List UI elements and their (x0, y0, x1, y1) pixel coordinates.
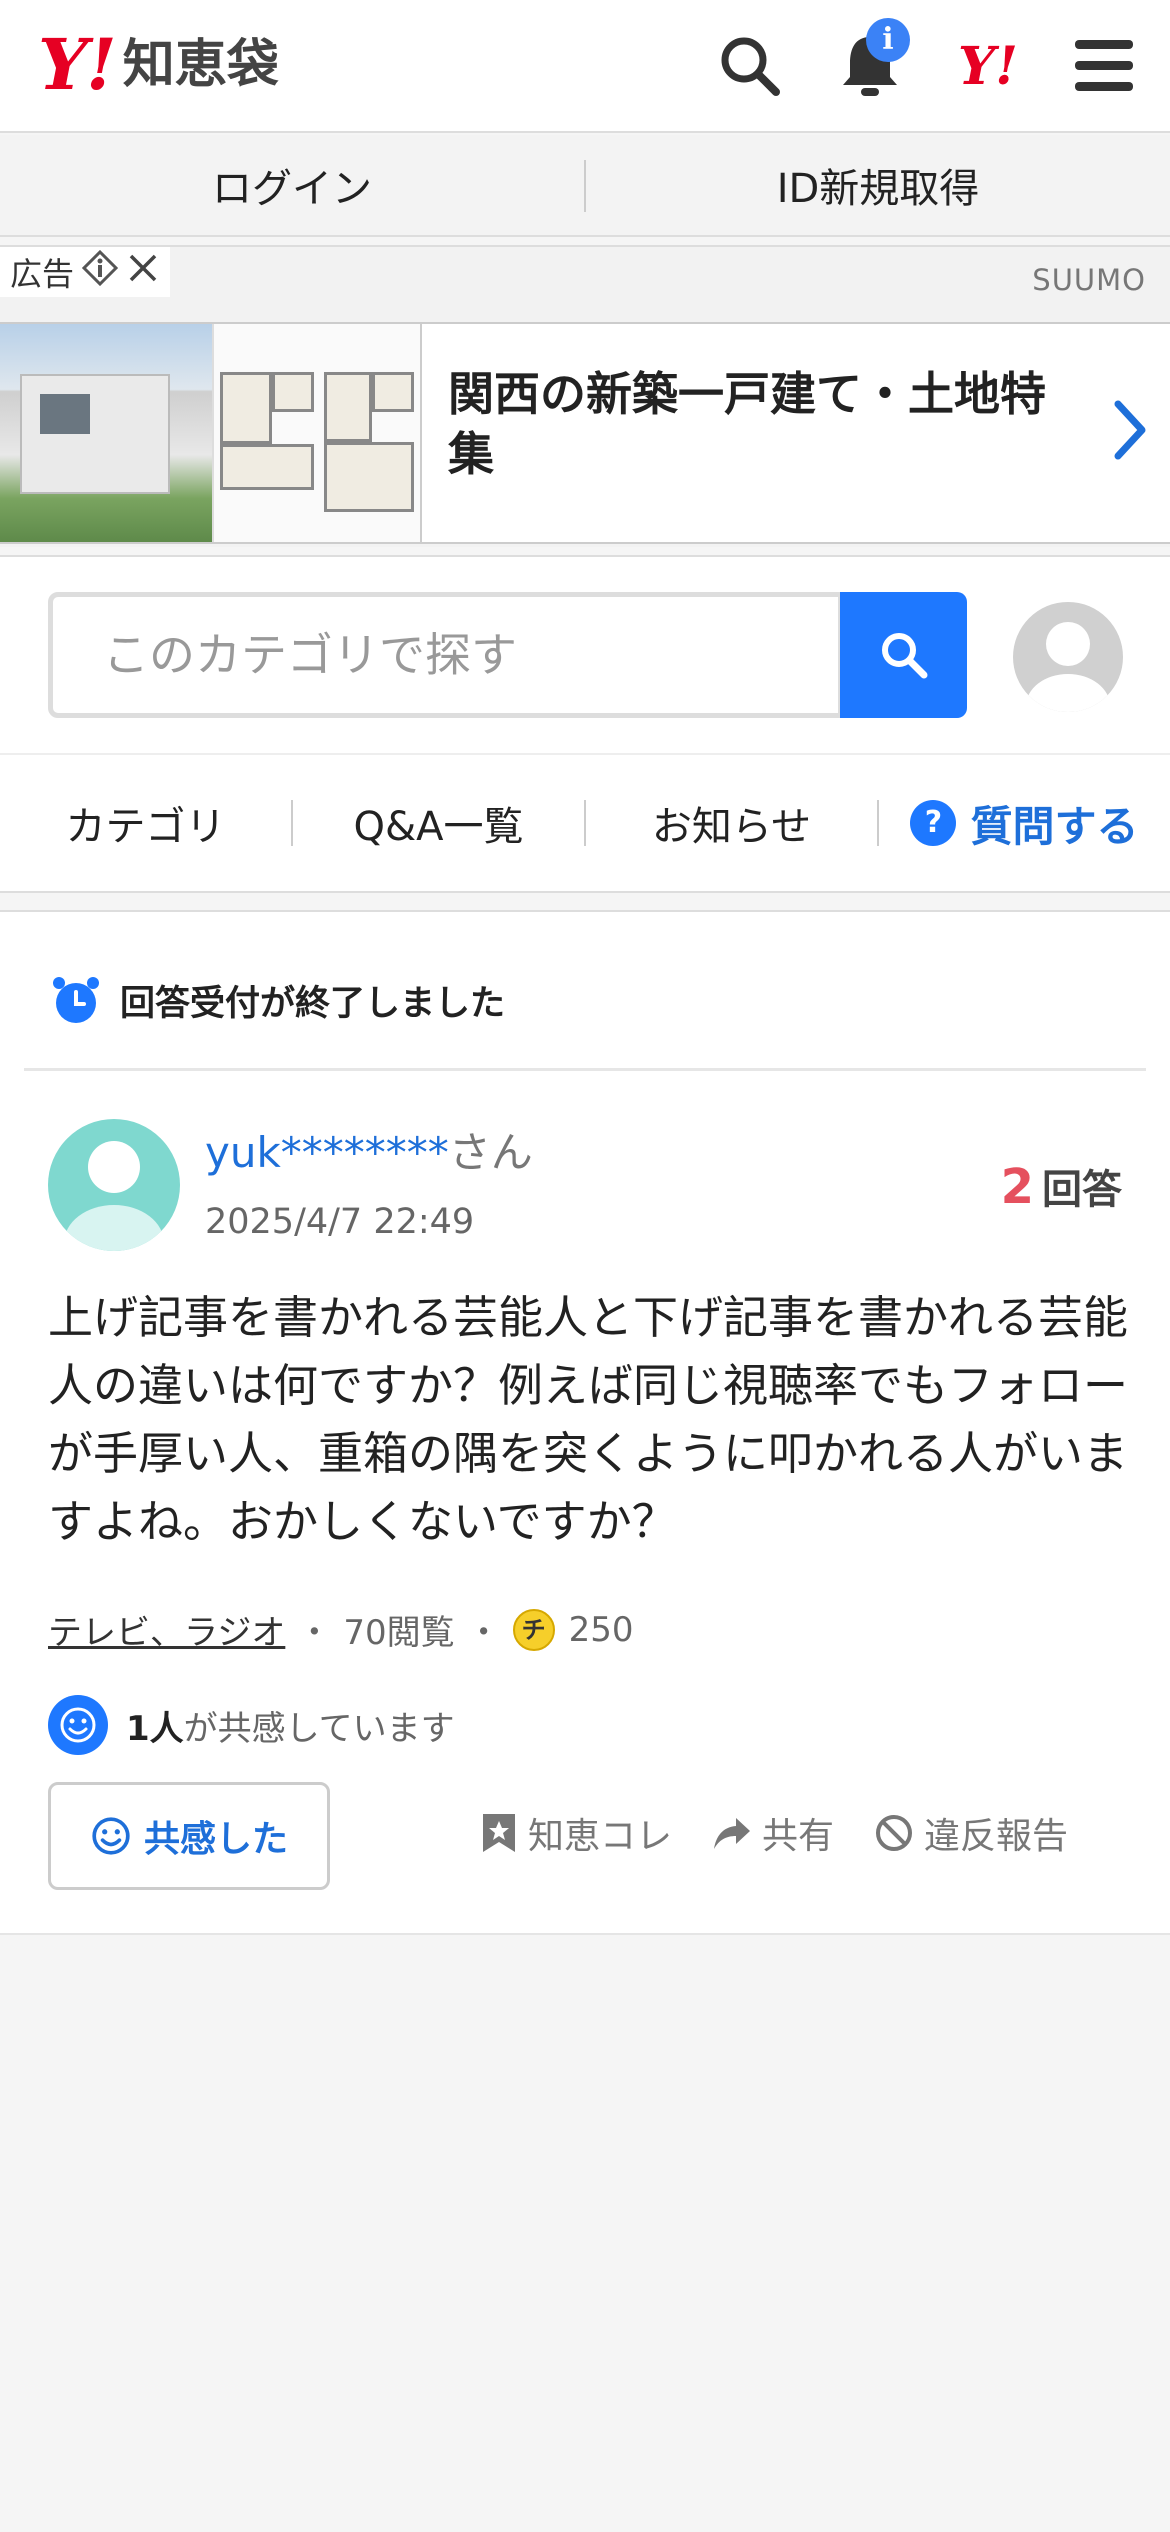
meta-separator: ・ (297, 1613, 332, 1653)
answer-count-number: 2 (1000, 1159, 1034, 1215)
share-button[interactable]: 共有 (712, 1807, 834, 1859)
smile-icon (92, 1817, 130, 1855)
questioner-name[interactable]: yuk********さん (205, 1119, 533, 1180)
ad-content-link[interactable]: 関西の新築一戸建て・土地特集 (0, 322, 1170, 544)
empathy-summary: 1人 が共感しています (48, 1695, 455, 1755)
bookmark-label: 知恵コレ (528, 1816, 673, 1857)
questioner-avatar[interactable] (48, 1119, 180, 1251)
question-card: 回答受付が終了しました yuk********さん 2025/4/7 22:49… (0, 910, 1170, 1935)
alarm-clock-icon (53, 977, 99, 1023)
yahoo-japan-mark: Y! (958, 35, 1018, 97)
ad-close-icon[interactable] (126, 251, 160, 293)
report-label: 違反報告 (924, 1816, 1069, 1857)
questioner-id[interactable]: yuk******** (205, 1128, 449, 1177)
question-mark-icon: ? (910, 800, 957, 846)
empathy-count: 1人 (126, 1708, 184, 1749)
ad-source: SUUMO (1032, 263, 1146, 297)
category-link[interactable]: テレビ、ラジオ (48, 1605, 285, 1654)
search-icon (881, 633, 927, 679)
user-avatar[interactable] (1013, 602, 1123, 712)
view-count: 70閲覧 (343, 1613, 455, 1653)
tab-category[interactable]: カテゴリ (0, 794, 291, 852)
ad-title: 関西の新築一戸建て・土地特集 (448, 367, 1046, 481)
smile-icon (48, 1695, 108, 1755)
tab-qa-list[interactable]: Q&A一覧 (293, 794, 584, 852)
answer-closed-text: 回答受付が終了しました (120, 983, 506, 1024)
yahoo-japan-icon[interactable]: Y! (950, 28, 1026, 104)
notification-bell-icon[interactable]: i (832, 18, 910, 104)
ad-banner: 広告 SUUMO 関西の新築一戸建て・土地特集 (0, 245, 1170, 547)
prohibited-icon (876, 1815, 913, 1851)
app-header: Y! 知恵袋 i Y! (0, 0, 1170, 133)
ad-label: 広告 (0, 247, 171, 297)
tab-news[interactable]: お知らせ (586, 794, 877, 852)
chiebukuro-logo[interactable]: Y! 知恵袋 (38, 28, 279, 102)
category-search-input[interactable]: このカテゴリで探す (48, 592, 843, 718)
menu-icon[interactable] (1066, 28, 1142, 104)
answer-closed-notice: 回答受付が終了しました (50, 974, 505, 1026)
question-meta: テレビ、ラジオ ・ 70閲覧 ・ チ 250 (48, 1605, 634, 1654)
search-button[interactable] (840, 592, 967, 718)
notification-badge: i (866, 18, 910, 62)
login-bar: ログイン ID新規取得 (0, 135, 1170, 237)
divider (24, 1068, 1146, 1071)
question-date: 2025/4/7 22:49 (205, 1202, 475, 1242)
bookmark-icon (483, 1814, 515, 1852)
question-actions: 知恵コレ 共有 違反報告 (480, 1807, 1108, 1859)
category-search-bar: このカテゴリで探す (0, 555, 1170, 753)
yahoo-logo-mark: Y! (38, 23, 117, 106)
category-nav: カテゴリ Q&A一覧 お知らせ ? 質問する (0, 753, 1170, 893)
empathy-text: が共感しています (183, 1708, 455, 1749)
share-icon (714, 1818, 751, 1849)
ask-question-button[interactable]: ? 質問する (879, 793, 1170, 854)
chevron-right-icon (1112, 400, 1148, 471)
empathize-button[interactable]: 共感した (48, 1782, 330, 1890)
meta-separator: ・ (466, 1613, 501, 1653)
register-link[interactable]: ID新規取得 (586, 135, 1170, 235)
coin-amount: 250 (568, 1609, 634, 1650)
ad-label-text: 広告 (10, 255, 75, 293)
bookmark-button[interactable]: 知恵コレ (480, 1807, 672, 1859)
question-body: 上げ記事を書かれる芸能人と下げ記事を書かれる芸能人の違いは何ですか？例えば同じ視… (48, 1291, 1129, 1548)
ask-question-label: 質問する (970, 801, 1139, 851)
search-icon[interactable] (712, 28, 788, 104)
logo-text: 知恵袋 (122, 35, 279, 95)
answer-count-label: 回答 (1042, 1167, 1122, 1213)
ad-house-image (0, 324, 212, 542)
login-link[interactable]: ログイン (0, 135, 584, 235)
chie-coin-icon: チ (512, 1608, 555, 1651)
empathize-label: 共感した (143, 1819, 288, 1860)
ad-floorplan-image (212, 324, 422, 542)
share-label: 共有 (762, 1816, 835, 1857)
honorific-suffix: さん (448, 1128, 533, 1177)
answer-count[interactable]: 2 回答 (1001, 1157, 1122, 1215)
ad-info-icon[interactable] (81, 249, 119, 294)
report-button[interactable]: 違反報告 (874, 1807, 1068, 1859)
